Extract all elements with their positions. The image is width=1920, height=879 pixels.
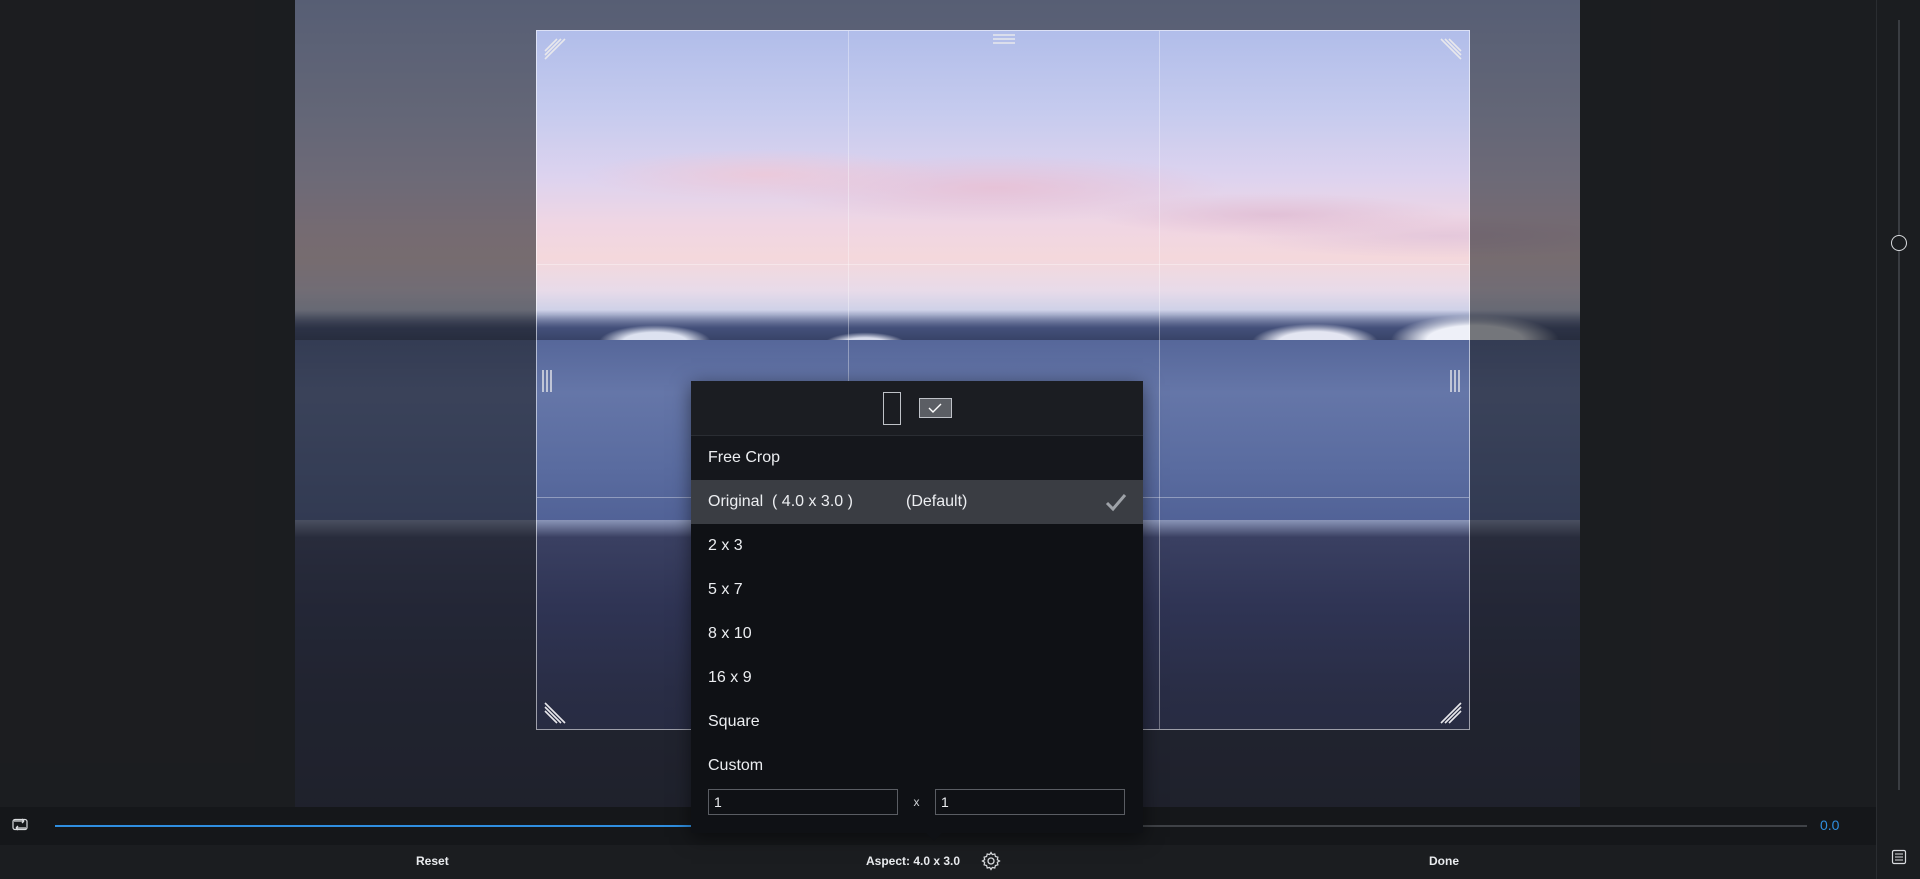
custom-width-input[interactable] <box>708 789 898 815</box>
aspect-option[interactable]: Custom <box>691 744 1143 788</box>
aspect-option-label: Free Crop <box>708 449 781 466</box>
panel-icon[interactable] <box>1891 849 1907 865</box>
aspect-option-label: Original ( 4.0 x 3.0 ) <box>708 493 853 510</box>
straighten-value: 0.0 <box>1820 817 1840 833</box>
default-badge: (Default) <box>906 493 968 510</box>
crop-mask-top <box>536 0 1470 30</box>
right-panel <box>1876 0 1920 879</box>
crop-handle-right[interactable] <box>1445 369 1469 393</box>
custom-ratio-inputs: x <box>708 789 1125 815</box>
crop-handle-top[interactable] <box>992 29 1016 53</box>
aspect-option[interactable]: 16 x 9 <box>691 656 1143 700</box>
grid-line <box>537 264 1469 265</box>
reset-button[interactable]: Reset <box>416 854 449 868</box>
vertical-slider-knob[interactable] <box>1891 235 1907 251</box>
crop-handle-bottom-left[interactable] <box>542 702 566 726</box>
crop-mask-right <box>1470 0 1876 807</box>
aspect-option-label: Custom <box>708 757 764 774</box>
straighten-icon[interactable] <box>11 816 29 834</box>
grid-line <box>1159 31 1160 729</box>
aspect-option[interactable]: 2 x 3 <box>691 524 1143 568</box>
aspect-option[interactable]: Free Crop <box>691 436 1143 480</box>
crop-handle-top-left[interactable] <box>542 36 566 60</box>
aspect-option[interactable]: 5 x 7 <box>691 568 1143 612</box>
vertical-slider-track[interactable] <box>1898 20 1900 790</box>
crop-mask-left <box>0 0 536 807</box>
aspect-option[interactable]: Square <box>691 700 1143 744</box>
aspect-option[interactable]: Original ( 4.0 x 3.0 ) (Default) <box>691 480 1143 524</box>
popup-arrow <box>926 833 942 841</box>
aspect-option-label: 5 x 7 <box>708 581 743 598</box>
checkmark-icon <box>1105 494 1127 512</box>
aspect-ratio-menu: Free Crop Original ( 4.0 x 3.0 ) (Default)… <box>691 381 1143 833</box>
aspect-option-label: Square <box>708 713 760 730</box>
aspect-option[interactable]: 8 x 10 <box>691 612 1143 656</box>
custom-separator: x <box>913 795 920 809</box>
crop-editor: Free Crop Original ( 4.0 x 3.0 ) (Default)… <box>0 0 1920 879</box>
bottom-toolbar: Reset Aspect: 4.0 x 3.0 Done <box>0 845 1876 879</box>
landscape-orientation-button[interactable] <box>918 398 952 418</box>
aspect-option-label: 8 x 10 <box>708 625 752 642</box>
gear-icon[interactable] <box>981 851 1001 871</box>
aspect-option-label: 2 x 3 <box>708 537 743 554</box>
crop-handle-top-right[interactable] <box>1440 36 1464 60</box>
aspect-option-label: 16 x 9 <box>708 669 752 686</box>
crop-handle-left[interactable] <box>537 369 561 393</box>
custom-height-input[interactable] <box>935 789 1125 815</box>
checkmark-icon <box>928 403 942 413</box>
done-button[interactable]: Done <box>1429 854 1459 868</box>
portrait-orientation-button[interactable] <box>882 391 901 425</box>
aspect-button[interactable]: Aspect: 4.0 x 3.0 <box>866 854 960 868</box>
crop-handle-bottom-right[interactable] <box>1440 702 1464 726</box>
orientation-toggle <box>691 381 1143 436</box>
